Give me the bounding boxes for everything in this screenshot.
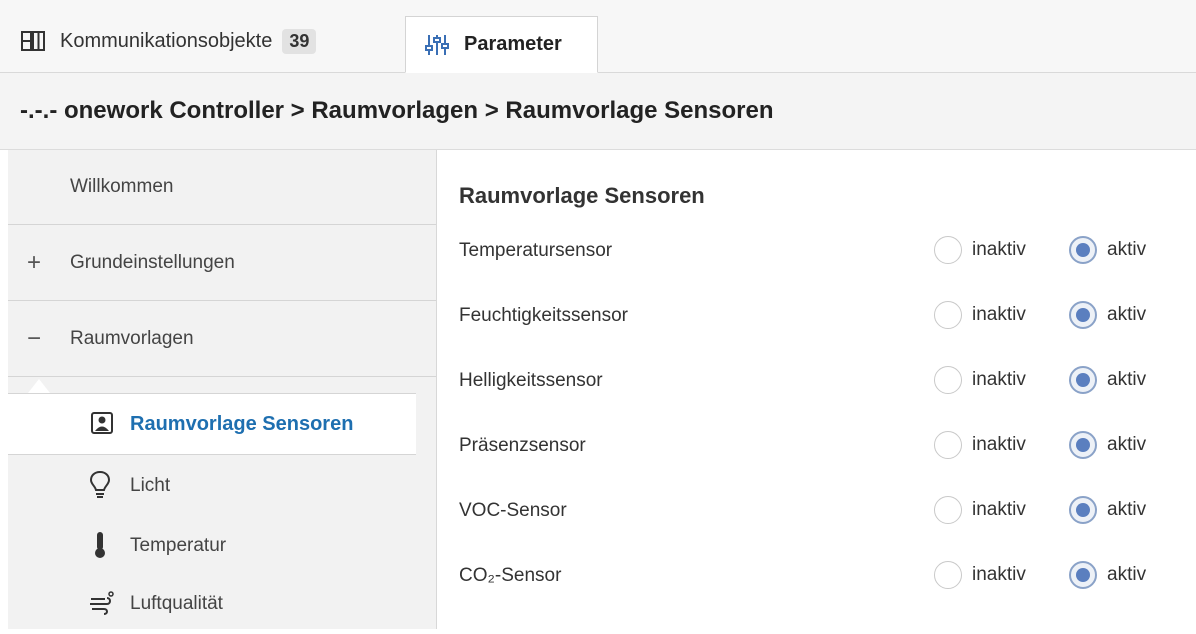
sidebar-item-label: Temperatur — [130, 535, 227, 556]
radio-inaktiv[interactable]: inaktiv — [934, 366, 1026, 394]
param-row-co2-sensor: CO₂-Sensor inaktiv aktiv — [459, 557, 1179, 597]
sidebar-item-grundeinstellungen[interactable]: + Grundeinstellungen — [8, 226, 436, 301]
radio-label: inaktiv — [972, 304, 1026, 325]
thermometer-icon — [95, 532, 105, 558]
radio-inaktiv[interactable]: inaktiv — [934, 431, 1026, 459]
tab-parameter[interactable]: Parameter — [405, 16, 598, 73]
radio-aktiv[interactable]: aktiv — [1069, 561, 1146, 589]
radio-label: aktiv — [1107, 239, 1147, 260]
tab-bar: Kommunikationsobjekte 39 Parameter — [0, 0, 1196, 73]
radio-inaktiv[interactable]: inaktiv — [934, 561, 1026, 589]
tab-parameter-label: Parameter — [464, 33, 562, 55]
sidebar-item-raumvorlage-sensoren[interactable]: Raumvorlage Sensoren — [8, 393, 416, 455]
parameter-panel: Raumvorlage Sensoren Temperatursensor in… — [437, 150, 1196, 629]
param-label: Temperatursensor — [459, 240, 613, 261]
radio-inaktiv[interactable]: inaktiv — [934, 301, 1026, 329]
param-row-helligkeitssensor: Helligkeitssensor inaktiv aktiv — [459, 362, 1179, 402]
radio-label: inaktiv — [972, 564, 1026, 585]
bulb-icon — [89, 470, 111, 498]
tab-kommunikationsobjekte-label: Kommunikationsobjekte — [60, 29, 273, 52]
radio-inaktiv[interactable]: inaktiv — [934, 496, 1026, 524]
breadcrumb-bar: -.-.- onework Controller > Raumvorlagen … — [0, 73, 1196, 150]
sidebar-item-willkommen[interactable]: Willkommen — [8, 150, 436, 225]
param-row-praesenzsensor: Präsenzsensor inaktiv aktiv — [459, 427, 1179, 467]
sidebar-item-licht[interactable]: Licht — [8, 456, 416, 516]
radio-aktiv[interactable]: aktiv — [1069, 236, 1146, 264]
sidebar-item-label: Raumvorlage Sensoren — [130, 412, 354, 435]
selection-pointer — [28, 379, 50, 393]
radio-aktiv[interactable]: aktiv — [1069, 496, 1146, 524]
sidebar-item-luftqualitaet[interactable]: Luftqualität — [8, 574, 416, 634]
breadcrumb: -.-.- onework Controller > Raumvorlagen … — [20, 97, 774, 124]
sidebar-item-label: Luftqualität — [130, 593, 223, 614]
param-row-feuchtigkeitssensor: Feuchtigkeitssensor inaktiv aktiv — [459, 297, 1179, 337]
param-label: VOC-Sensor — [459, 500, 567, 521]
radio-label: inaktiv — [972, 434, 1026, 455]
radio-label: aktiv — [1107, 304, 1147, 325]
radio-label: aktiv — [1107, 564, 1147, 585]
sidebar-item-label: Raumvorlagen — [70, 328, 194, 349]
sidebar-item-temperatur[interactable]: Temperatur — [8, 516, 416, 576]
collapse-icon[interactable]: − — [24, 325, 44, 353]
expand-icon[interactable]: + — [24, 249, 44, 277]
sidebar-item-label: Licht — [130, 475, 171, 496]
radio-label: inaktiv — [972, 239, 1026, 260]
radio-label: aktiv — [1107, 499, 1147, 520]
param-label: Helligkeitssensor — [459, 370, 603, 391]
param-label: CO₂-Sensor — [459, 565, 562, 586]
radio-label: aktiv — [1107, 434, 1147, 455]
grid-icon — [21, 31, 45, 51]
param-row-temperatursensor: Temperatursensor inaktiv aktiv — [459, 232, 1179, 272]
sidebar-item-label: Willkommen — [70, 176, 174, 197]
sidebar-item-label: Grundeinstellungen — [70, 252, 235, 273]
tab-kommunikationsobjekte[interactable]: Kommunikationsobjekte 39 — [20, 10, 400, 72]
sidebar-item-raumvorlagen[interactable]: − Raumvorlagen — [8, 302, 436, 377]
radio-label: aktiv — [1107, 369, 1147, 390]
radio-label: inaktiv — [972, 499, 1026, 520]
sensor-icon — [91, 412, 113, 434]
count-badge: 39 — [282, 28, 317, 54]
radio-label: inaktiv — [972, 369, 1026, 390]
radio-aktiv[interactable]: aktiv — [1069, 366, 1146, 394]
param-label: Feuchtigkeitssensor — [459, 305, 628, 326]
radio-aktiv[interactable]: aktiv — [1069, 431, 1146, 459]
param-row-voc-sensor: VOC-Sensor inaktiv aktiv — [459, 492, 1179, 532]
air-quality-icon — [90, 591, 114, 615]
sliders-icon — [425, 34, 449, 55]
param-label: Präsenzsensor — [459, 435, 586, 456]
panel-title: Raumvorlage Sensoren — [459, 183, 705, 208]
radio-aktiv[interactable]: aktiv — [1069, 301, 1146, 329]
radio-inaktiv[interactable]: inaktiv — [934, 236, 1026, 264]
